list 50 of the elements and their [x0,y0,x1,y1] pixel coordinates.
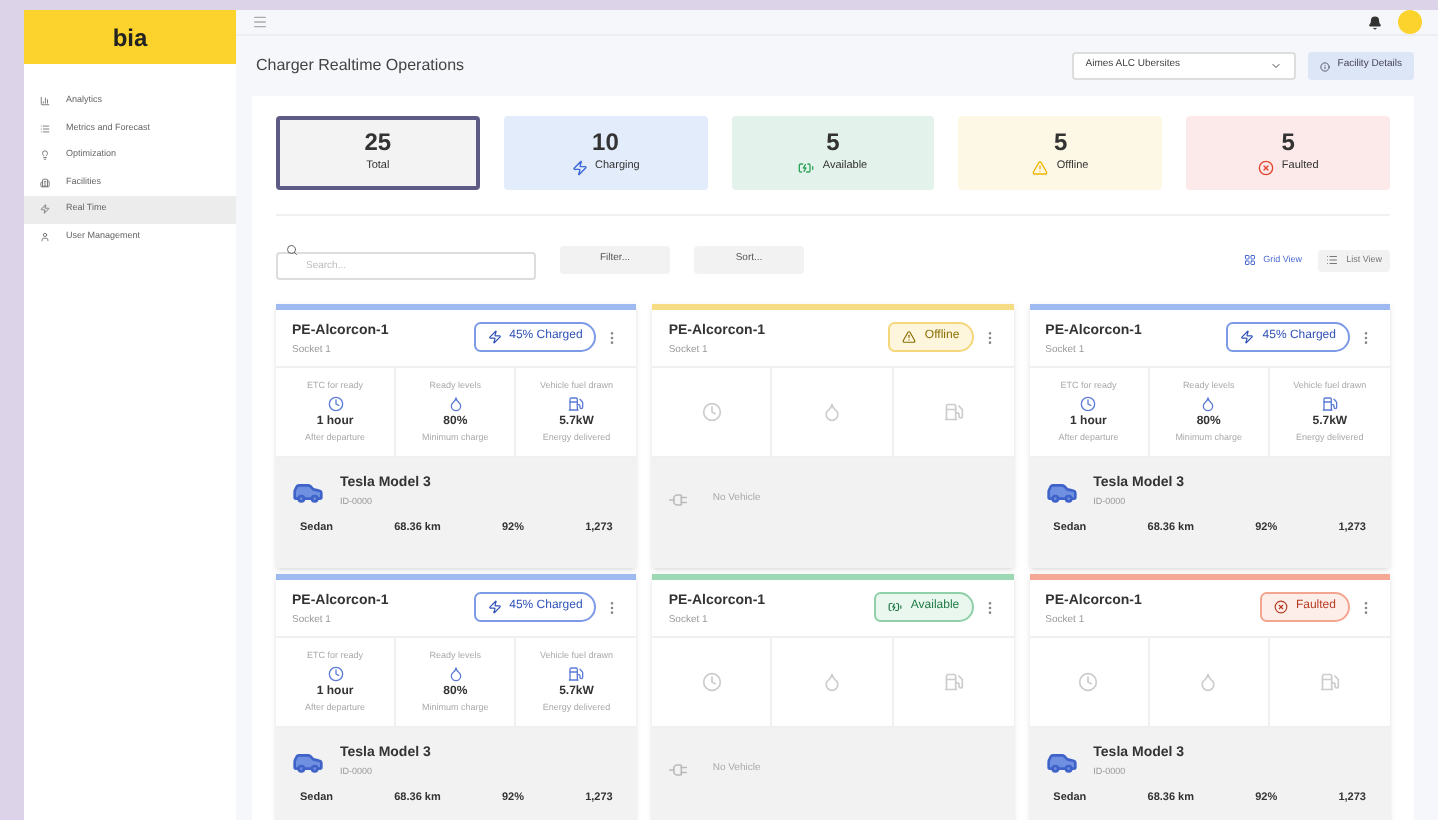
status-icon [888,600,903,614]
metric-icon [447,395,464,411]
metric-icon [1200,395,1217,411]
metric-icon [327,665,344,681]
metric-icon [568,665,585,681]
nav-icon [40,177,50,188]
metric-icon [821,402,842,422]
metric-icon [943,402,964,422]
metric-icon [821,672,842,692]
status-icon [1240,330,1255,344]
bell-icon[interactable] [1368,15,1382,29]
status-icon [487,330,502,344]
nav-icon [40,123,50,134]
metric-icon [701,672,722,692]
plug-icon [668,760,689,780]
view-icon [1326,254,1339,266]
status-icon [902,330,917,344]
stat-value: 25 [364,130,392,155]
metric-icon [1080,395,1097,411]
stat-value: 5 [826,130,840,155]
nav-icon [40,150,50,161]
view-icon [1243,254,1256,266]
caret-icon [1269,60,1282,72]
metric-icon [701,402,722,422]
metric-icon [943,672,964,692]
metric-icon [1078,672,1099,692]
logo: bia [112,21,148,55]
status-icon [798,159,815,175]
info-icon [1319,61,1330,71]
status-icon [1257,159,1274,175]
page-title: Charger Realtime Operations [256,54,465,78]
metric-icon [1321,395,1338,411]
nav-icon [40,231,50,242]
search-icon [286,244,298,256]
status-icon [1032,159,1049,175]
metric-icon [568,395,585,411]
metric-icon [327,395,344,411]
nav-icon [40,96,50,107]
stat-value: 5 [1053,130,1068,155]
status-icon [571,159,588,175]
status-icon [1273,600,1288,614]
metric-icon [1198,672,1219,692]
stat-value: 5 [1281,130,1295,155]
metric-icon [1319,672,1340,692]
plug-icon [668,490,689,510]
metric-icon [447,665,464,681]
menu-icon[interactable] [252,14,268,30]
status-icon [487,600,502,614]
stat-value: 10 [592,130,619,155]
nav-icon [40,204,50,215]
